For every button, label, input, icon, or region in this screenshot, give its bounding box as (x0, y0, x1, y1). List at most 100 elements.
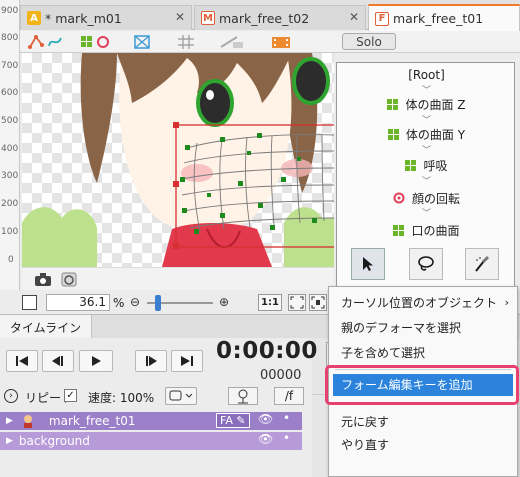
deformer-label: 顔の回転 (411, 191, 460, 206)
layer-row-background[interactable]: ▶ background 👁 • (0, 431, 302, 450)
lock-dot-icon[interactable]: • (283, 431, 290, 445)
pin-icon (238, 389, 248, 404)
zoom-out-icon[interactable]: ⊖ (130, 295, 140, 309)
tab-label: mark_free_t02 (219, 10, 310, 26)
expand-arrow-icon[interactable]: ▶ (6, 436, 13, 446)
solo-button[interactable]: Solo (342, 33, 396, 50)
chevron-down-icon: ﹀ (421, 209, 431, 219)
filmstrip-icon (272, 37, 290, 48)
camera-reset-icon[interactable] (60, 271, 78, 288)
chevron-down-icon: ﹀ (421, 177, 431, 187)
deformer-item[interactable]: 呼吸 (337, 157, 516, 173)
menu-item-object-at-cursor[interactable]: カーソル位置のオブジェクト › (329, 292, 517, 314)
warp-deformer-icon (387, 128, 399, 140)
go-to-end-button[interactable] (171, 350, 203, 372)
deformer-root[interactable]: [Root] (337, 67, 516, 83)
previous-frame-button[interactable] (42, 350, 74, 372)
lock-dot-icon[interactable]: • (283, 411, 290, 425)
close-icon[interactable]: ✕ (175, 10, 185, 24)
next-frame-button[interactable] (135, 350, 167, 372)
expand-arrow-icon[interactable]: ▶ (6, 416, 13, 426)
ruler-tick: 400 (1, 144, 19, 154)
lasso-tool-button[interactable] (409, 248, 443, 280)
chevron-down-icon (169, 390, 193, 401)
actual-size-button[interactable]: 1:1 (258, 294, 282, 311)
mesh-view-button[interactable] (132, 33, 152, 51)
go-to-start-button[interactable] (6, 350, 38, 372)
deformer-view-button[interactable] (78, 33, 112, 51)
speed-label: 速度: 100% (88, 391, 155, 405)
chevron-down-icon: ﹀ (421, 86, 431, 96)
ruler-tick: 200 (1, 199, 19, 209)
deformer-item[interactable]: 体の曲面 Z (337, 96, 516, 112)
step-forward-icon (146, 356, 157, 366)
playback-mode-dropdown[interactable] (165, 387, 197, 405)
ruler-tick: 700 (1, 61, 19, 71)
tab-mark-m01[interactable]: A * mark_m01 ✕ (20, 5, 192, 30)
character-icon (23, 415, 32, 428)
tab-mark-free-t02[interactable]: M mark_free_t02 ✕ (194, 5, 366, 30)
layer-name: background (18, 434, 90, 448)
deformer-item[interactable]: 体の曲面 Y (337, 126, 516, 142)
ruler-tick: 300 (1, 171, 19, 181)
playback-options: › リピート ✓ 速度: 100% /f (0, 386, 312, 408)
chevron-down-icon: ﹀ (421, 116, 431, 126)
deformer-item[interactable]: 顔の回転 (337, 190, 516, 206)
menu-item-undo[interactable]: 元に戻す (329, 411, 517, 433)
document-tabs: A * mark_m01 ✕ M mark_free_t02 ✕ F mark_… (20, 0, 520, 31)
close-icon[interactable]: ✕ (349, 10, 359, 24)
deformer-item[interactable]: 口の曲面 (337, 222, 516, 238)
deformer-label: 体の曲面 Y (405, 127, 466, 142)
grid-icon (178, 35, 194, 49)
tab-label: mark_free_t01 (393, 11, 484, 26)
grid-button[interactable] (176, 33, 196, 51)
zoom-value-field[interactable]: 36.1 (46, 294, 110, 311)
tab-mark-free-t01[interactable]: F mark_free_t01 (368, 4, 520, 31)
eye-icon[interactable]: 👁 (258, 412, 273, 426)
expand-icon[interactable]: › (4, 389, 18, 403)
current-time: 0:00:00 (216, 338, 318, 364)
fit-to-view-button[interactable] (288, 294, 306, 311)
zoom-in-icon[interactable]: ⊕ (219, 295, 229, 309)
deformer-label: 口の曲面 (411, 223, 460, 238)
tab-timeline[interactable]: タイムライン (0, 315, 92, 339)
animation-icon: M (201, 11, 215, 25)
tab-label: * mark_m01 (45, 10, 122, 26)
guide-button[interactable] (218, 33, 246, 51)
model-canvas[interactable] (22, 53, 334, 267)
rotation-deformer-icon (393, 192, 405, 204)
brush-tool-button[interactable] (465, 248, 499, 280)
background-color-swatch[interactable] (22, 295, 37, 310)
arrow-select-tool-button[interactable] (351, 248, 385, 280)
repeat-checkbox[interactable]: ✓ (64, 389, 77, 402)
fit-icon (290, 296, 304, 309)
menu-item-select-parent-deformer[interactable]: 親のデフォーマを選択 (329, 317, 517, 339)
ruler-tick: 0 (8, 255, 14, 265)
fit-selection-icon (311, 296, 325, 309)
mesh-icon (134, 35, 150, 49)
marker-button[interactable] (228, 387, 258, 405)
brush-icon (475, 255, 490, 272)
skip-start-icon (16, 356, 28, 366)
eye-icon[interactable]: 👁 (258, 432, 273, 446)
play-icon (92, 356, 101, 366)
deformer-toggle-button[interactable] (26, 33, 66, 51)
camera-icon[interactable] (34, 272, 52, 287)
deformer-label: 呼吸 (423, 158, 448, 173)
warp-rotation-icon (81, 36, 109, 48)
warp-deformer-icon (405, 159, 417, 171)
fit-selection-button[interactable] (309, 294, 327, 311)
deformer-label: 体の曲面 Z (405, 97, 466, 112)
zoom-slider-handle[interactable] (155, 295, 161, 311)
play-button[interactable] (79, 350, 113, 372)
form-animation-badge[interactable]: FA ✎ (216, 413, 250, 428)
filmstrip-button[interactable] (268, 33, 294, 51)
deformer-tree-panel: [Root] ﹀ 体の曲面 Z ﹀ 体の曲面 Y ﹀ 呼吸 ﹀ 顔の回転 ﹀ 口… (336, 62, 515, 288)
layer-row-mark-free-t01[interactable]: ▶ mark_free_t01 FA ✎ 👁 • (0, 411, 302, 430)
menu-item-select-with-children[interactable]: 子を含めて選択 (329, 342, 517, 364)
fps-button[interactable]: /f (274, 387, 304, 405)
menu-item-redo[interactable]: やり直す (329, 434, 517, 456)
deformer-icon (28, 35, 62, 49)
callout-highlight (325, 365, 519, 405)
warp-deformer-icon (393, 224, 405, 236)
